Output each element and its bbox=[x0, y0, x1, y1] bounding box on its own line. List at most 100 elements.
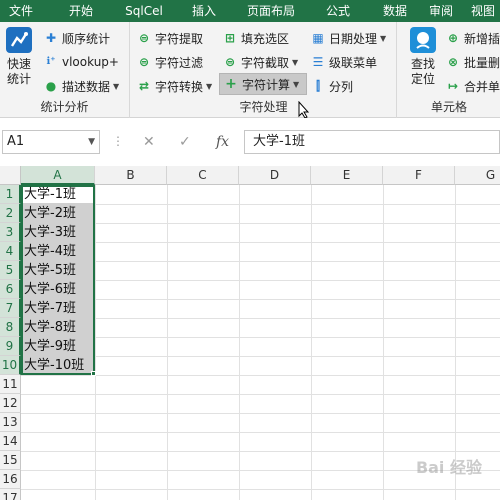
extract-icon: ⊜ bbox=[138, 31, 150, 45]
quick-stats-button[interactable]: 快速 统计 bbox=[2, 26, 36, 87]
add-circle-icon: ⊕ bbox=[447, 31, 459, 45]
tab-data[interactable]: 数据 bbox=[374, 0, 416, 22]
row-header[interactable]: 8 bbox=[0, 318, 21, 337]
cell-a7[interactable]: 大学-7班 bbox=[24, 299, 76, 318]
row-header[interactable]: 16 bbox=[0, 470, 21, 489]
group-label-char-processing: 字符处理 bbox=[239, 100, 288, 114]
plus-icon: + bbox=[225, 76, 237, 92]
insert-function-icon[interactable]: fx bbox=[216, 130, 229, 154]
cell-a2[interactable]: 大学-2班 bbox=[24, 204, 76, 223]
chevron-down-icon: ▼ bbox=[380, 33, 387, 43]
date-process-button[interactable]: ▦ 日期处理 ▼ bbox=[311, 28, 386, 48]
row-header[interactable]: 3 bbox=[0, 223, 21, 242]
tab-review[interactable]: 审阅 bbox=[416, 0, 466, 22]
merge-cells-button[interactable]: ↦ 合并单 bbox=[446, 76, 500, 96]
row-header[interactable]: 13 bbox=[0, 413, 21, 432]
column-header[interactable]: C bbox=[167, 166, 239, 185]
chevron-down-icon: ▼ bbox=[206, 81, 213, 91]
tab-sqlcel[interactable]: SqlCel bbox=[120, 0, 168, 22]
gridline bbox=[455, 185, 456, 500]
ribbon: 快速 统计 ✚ 顺序统计 ℹ⁺ vlookup+ ● 描述数据 ▼ 统计分析 ⊜… bbox=[0, 22, 500, 119]
column-header[interactable]: A bbox=[21, 166, 95, 185]
row-header[interactable]: 10 bbox=[0, 356, 21, 375]
cell-a4[interactable]: 大学-4班 bbox=[24, 242, 76, 261]
new-insert-button[interactable]: ⊕ 新增插 bbox=[446, 28, 500, 48]
fill-selection-button[interactable]: ⊞ 填充选区 bbox=[223, 28, 289, 48]
fill-icon: ⊞ bbox=[224, 31, 236, 45]
chart-icon: ● bbox=[45, 79, 57, 93]
gridline bbox=[21, 394, 500, 395]
spreadsheet-grid[interactable]: A B C D E F G 1 2 3 4 5 6 7 8 9 10 11 12… bbox=[0, 166, 500, 500]
char-cut-button[interactable]: ⊜ 字符截取 ▼ bbox=[223, 52, 298, 72]
cell-a8[interactable]: 大学-8班 bbox=[24, 318, 76, 337]
group-label-cells: 单元格 bbox=[430, 100, 467, 114]
tab-file[interactable]: 文件 bbox=[0, 0, 42, 22]
cell-a9[interactable]: 大学-9班 bbox=[24, 337, 76, 356]
char-calc-button[interactable]: + 字符计算 ▼ bbox=[219, 73, 307, 95]
tab-view[interactable]: 视图 bbox=[466, 0, 500, 22]
row-header[interactable]: 2 bbox=[0, 204, 21, 223]
name-box[interactable]: A1 ▼ bbox=[2, 130, 100, 154]
cell-a6[interactable]: 大学-6班 bbox=[24, 280, 76, 299]
locate-icon bbox=[409, 26, 437, 54]
convert-icon: ⇄ bbox=[138, 79, 150, 93]
gridline bbox=[383, 185, 384, 500]
find-locate-button[interactable]: 查找 定位 bbox=[406, 26, 440, 87]
fill-handle[interactable] bbox=[91, 371, 96, 376]
char-convert-button[interactable]: ⇄ 字符转换 ▼ bbox=[137, 76, 212, 96]
tab-insert[interactable]: 插入 bbox=[168, 0, 240, 22]
row-header[interactable]: 4 bbox=[0, 242, 21, 261]
cut-icon: ⊜ bbox=[224, 55, 236, 69]
row-header[interactable]: 7 bbox=[0, 299, 21, 318]
row-header[interactable]: 17 bbox=[0, 489, 21, 500]
confirm-icon[interactable]: ✓ bbox=[179, 130, 191, 154]
gridline bbox=[167, 185, 168, 500]
batch-delete-button[interactable]: ⊗ 批量删 bbox=[446, 52, 500, 72]
group-label-statistics: 统计分析 bbox=[40, 100, 89, 114]
select-all-corner[interactable] bbox=[0, 166, 21, 185]
row-header[interactable]: 9 bbox=[0, 337, 21, 356]
tab-home[interactable]: 开始 bbox=[42, 0, 120, 22]
row-header[interactable]: 14 bbox=[0, 432, 21, 451]
column-header[interactable]: G bbox=[455, 166, 500, 185]
gridline bbox=[21, 413, 500, 414]
row-header[interactable]: 5 bbox=[0, 261, 21, 280]
merge-icon: ↦ bbox=[447, 79, 459, 93]
chevron-down-icon: ▼ bbox=[113, 81, 120, 91]
row-header[interactable]: 6 bbox=[0, 280, 21, 299]
row-header[interactable]: 1 bbox=[0, 185, 21, 204]
cell-a1[interactable]: 大学-1班 bbox=[24, 185, 76, 204]
column-header[interactable]: B bbox=[95, 166, 167, 185]
chevron-down-icon[interactable]: ▼ bbox=[88, 131, 95, 153]
row-header[interactable]: 12 bbox=[0, 394, 21, 413]
vlookup-button[interactable]: ℹ⁺ vlookup+ bbox=[44, 52, 119, 72]
seq-stats-button[interactable]: ✚ 顺序统计 bbox=[44, 28, 110, 48]
mouse-cursor-icon bbox=[298, 101, 310, 119]
cell-a10[interactable]: 大学-10班 bbox=[24, 356, 84, 375]
vlookup-icon: ℹ⁺ bbox=[46, 56, 56, 67]
split-icon: ⫿ bbox=[316, 79, 320, 93]
quick-stats-icon bbox=[5, 26, 33, 54]
formula-input[interactable]: 大学-1班 bbox=[244, 130, 500, 154]
column-header[interactable]: E bbox=[311, 166, 383, 185]
chevron-down-icon: ▼ bbox=[293, 79, 300, 89]
char-extract-button[interactable]: ⊜ 字符提取 bbox=[137, 28, 203, 48]
tab-page-layout[interactable]: 页面布局 bbox=[240, 0, 302, 22]
char-filter-button[interactable]: ⊜ 字符过滤 bbox=[137, 52, 203, 72]
cascade-menu-button[interactable]: ☰ 级联菜单 bbox=[311, 52, 377, 72]
cell-a3[interactable]: 大学-3班 bbox=[24, 223, 76, 242]
sigma-icon: ✚ bbox=[45, 31, 57, 45]
split-column-button[interactable]: ⫿ 分列 bbox=[311, 76, 353, 96]
list-icon: ☰ bbox=[312, 55, 324, 69]
tab-formulas[interactable]: 公式 bbox=[302, 0, 374, 22]
row-header[interactable]: 15 bbox=[0, 451, 21, 470]
describe-data-button[interactable]: ● 描述数据 ▼ bbox=[44, 76, 119, 96]
group-char-processing: ⊜ 字符提取 ⊜ 字符过滤 ⇄ 字符转换 ▼ ⊞ 填充选区 ⊜ 字符截取 ▼ +… bbox=[131, 22, 397, 118]
cancel-icon[interactable]: ✕ bbox=[143, 130, 155, 154]
column-header[interactable]: F bbox=[383, 166, 455, 185]
row-header[interactable]: 11 bbox=[0, 375, 21, 394]
watermark: Bai 经验 bbox=[415, 458, 482, 477]
column-header[interactable]: D bbox=[239, 166, 311, 185]
cell-a5[interactable]: 大学-5班 bbox=[24, 261, 76, 280]
menu-bar: 文件 开始 SqlCel 插入 页面布局 公式 数据 审阅 视图 bbox=[0, 0, 500, 22]
